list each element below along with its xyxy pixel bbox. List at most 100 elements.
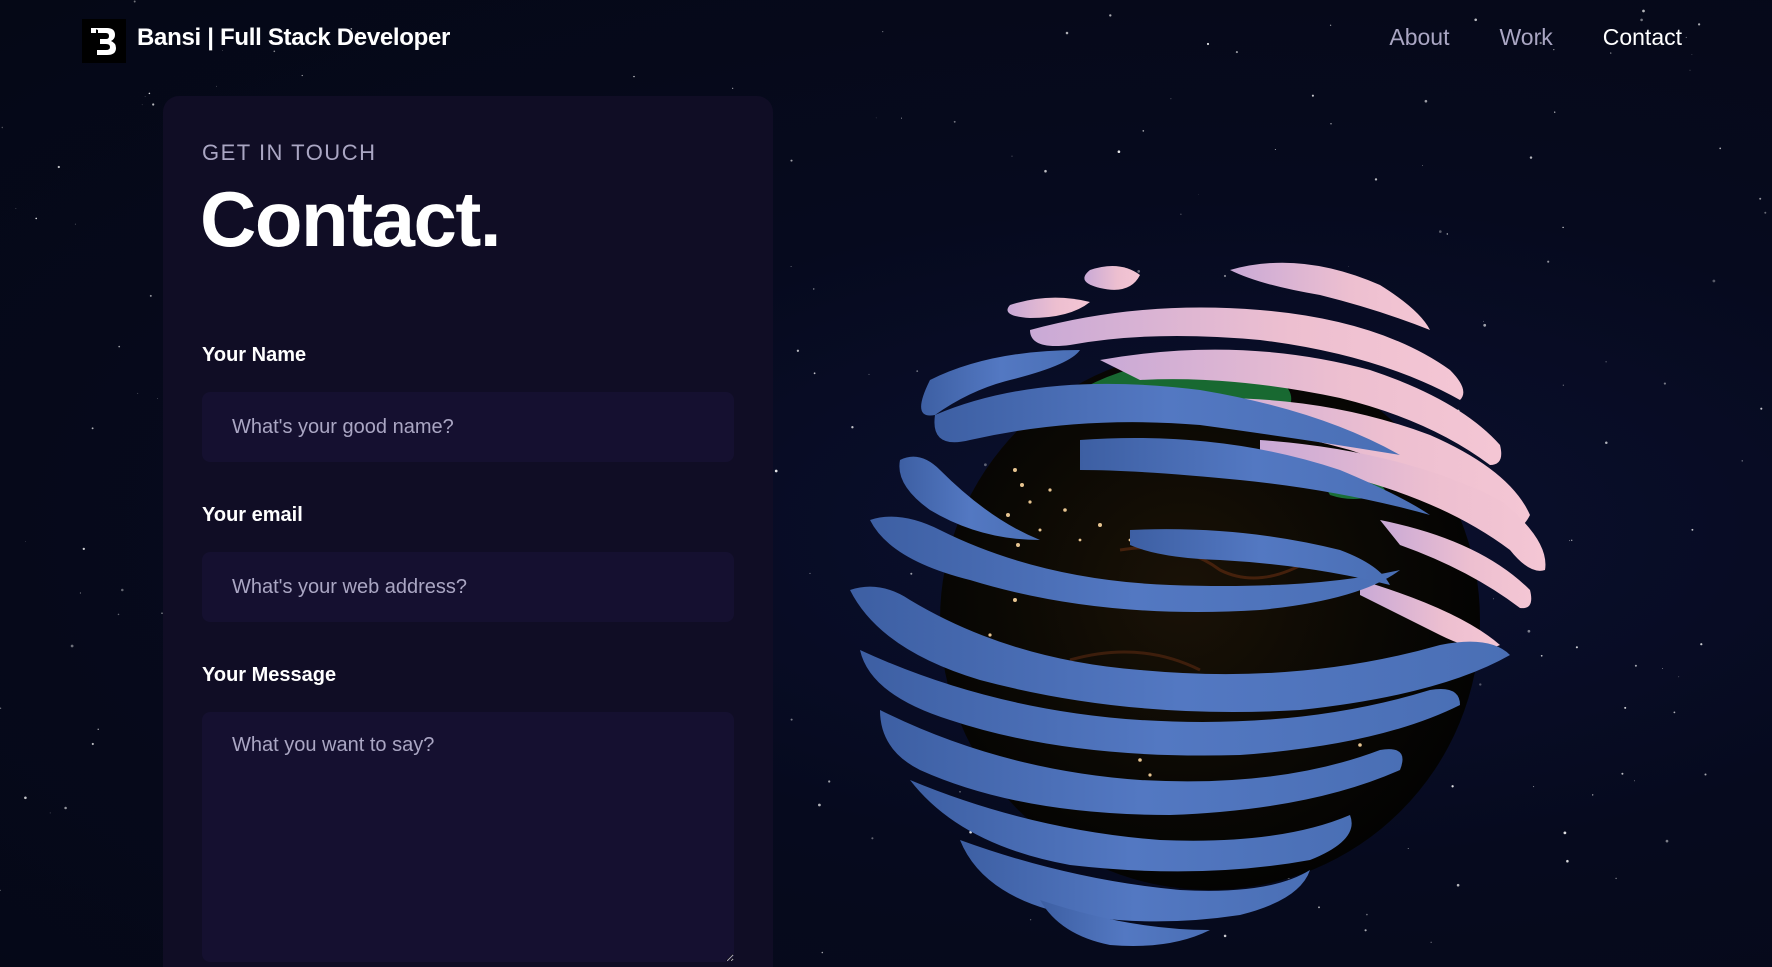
star	[137, 392, 139, 394]
star	[1663, 382, 1666, 385]
star	[1044, 169, 1047, 173]
star	[1011, 155, 1013, 157]
star	[1634, 664, 1637, 667]
nav-links: About Work Contact	[1389, 24, 1682, 51]
star	[828, 780, 831, 783]
star	[796, 349, 800, 352]
star	[1311, 94, 1314, 97]
name-input[interactable]	[202, 392, 734, 462]
star	[152, 103, 155, 106]
star	[1592, 794, 1594, 796]
star	[148, 92, 151, 95]
earth-globe-icon	[850, 262, 1546, 946]
star	[25, 541, 27, 542]
star	[1662, 668, 1664, 669]
star	[1330, 123, 1332, 125]
star	[216, 85, 217, 87]
star	[1621, 772, 1624, 775]
star	[57, 165, 60, 169]
star	[790, 159, 793, 162]
star	[813, 372, 816, 375]
star	[144, 96, 146, 97]
star	[1605, 361, 1607, 363]
section-subtitle: GET IN TOUCH	[202, 140, 377, 165]
star	[1554, 111, 1556, 113]
star	[900, 117, 903, 119]
star	[1170, 98, 1172, 100]
star	[1562, 226, 1564, 229]
star	[1673, 711, 1676, 714]
star	[149, 294, 152, 297]
star	[790, 718, 793, 721]
nav-link-about[interactable]: About	[1389, 24, 1449, 51]
star	[97, 728, 99, 730]
star	[953, 120, 956, 123]
star	[117, 613, 120, 616]
star	[1180, 213, 1182, 215]
star	[0, 889, 1, 892]
logo-b-icon	[91, 28, 116, 55]
star	[157, 398, 158, 399]
contact-page: Bansi | Full Stack Developer About Work …	[0, 0, 1772, 967]
star	[774, 469, 778, 473]
star	[1624, 706, 1627, 709]
star	[1374, 178, 1378, 181]
email-label: Your email	[202, 504, 303, 526]
star	[0, 707, 2, 710]
star	[1719, 147, 1722, 150]
star	[74, 223, 76, 225]
star	[732, 87, 734, 89]
star	[1439, 230, 1442, 233]
star	[1704, 773, 1707, 776]
star	[70, 644, 74, 648]
star	[91, 742, 94, 746]
message-textarea[interactable]	[202, 712, 734, 962]
star	[118, 345, 121, 348]
star	[1605, 441, 1608, 444]
earth-globe-canvas[interactable]	[840, 240, 1580, 960]
star	[1712, 279, 1716, 283]
star	[24, 796, 27, 800]
star	[1678, 676, 1680, 678]
star	[1759, 197, 1762, 200]
navbar: Bansi | Full Stack Developer About Work …	[0, 0, 1772, 80]
star	[875, 117, 877, 119]
nav-link-work[interactable]: Work	[1499, 24, 1552, 51]
star	[141, 104, 143, 106]
star	[1760, 407, 1763, 410]
star	[1274, 149, 1276, 150]
star	[1, 126, 4, 129]
star	[821, 951, 824, 954]
star	[1197, 193, 1199, 195]
star	[1142, 130, 1145, 132]
section-title: Contact.	[200, 175, 502, 263]
star	[1764, 211, 1767, 214]
star	[818, 803, 821, 807]
star	[1446, 233, 1449, 235]
star	[1424, 99, 1428, 103]
star	[1529, 156, 1533, 159]
star	[1422, 165, 1423, 166]
nav-link-contact[interactable]: Contact	[1603, 24, 1682, 51]
star	[1634, 780, 1635, 782]
brand-title[interactable]: Bansi | Full Stack Developer	[137, 24, 450, 52]
star	[813, 288, 815, 290]
star	[82, 547, 85, 551]
star	[1741, 460, 1743, 462]
message-label: Your Message	[202, 664, 337, 686]
star	[49, 812, 51, 814]
star	[809, 572, 811, 574]
name-label: Your Name	[202, 344, 307, 366]
star	[1117, 150, 1121, 154]
star	[35, 217, 38, 220]
email-input[interactable]	[202, 552, 734, 622]
contact-card: GET IN TOUCH Contact. Your Name Your ema…	[163, 96, 773, 967]
star	[79, 592, 81, 594]
star	[1665, 839, 1669, 843]
star	[15, 208, 17, 209]
star	[1615, 877, 1617, 880]
star	[790, 266, 792, 268]
logo[interactable]	[82, 19, 126, 63]
star	[1691, 528, 1694, 531]
star	[1700, 643, 1703, 646]
